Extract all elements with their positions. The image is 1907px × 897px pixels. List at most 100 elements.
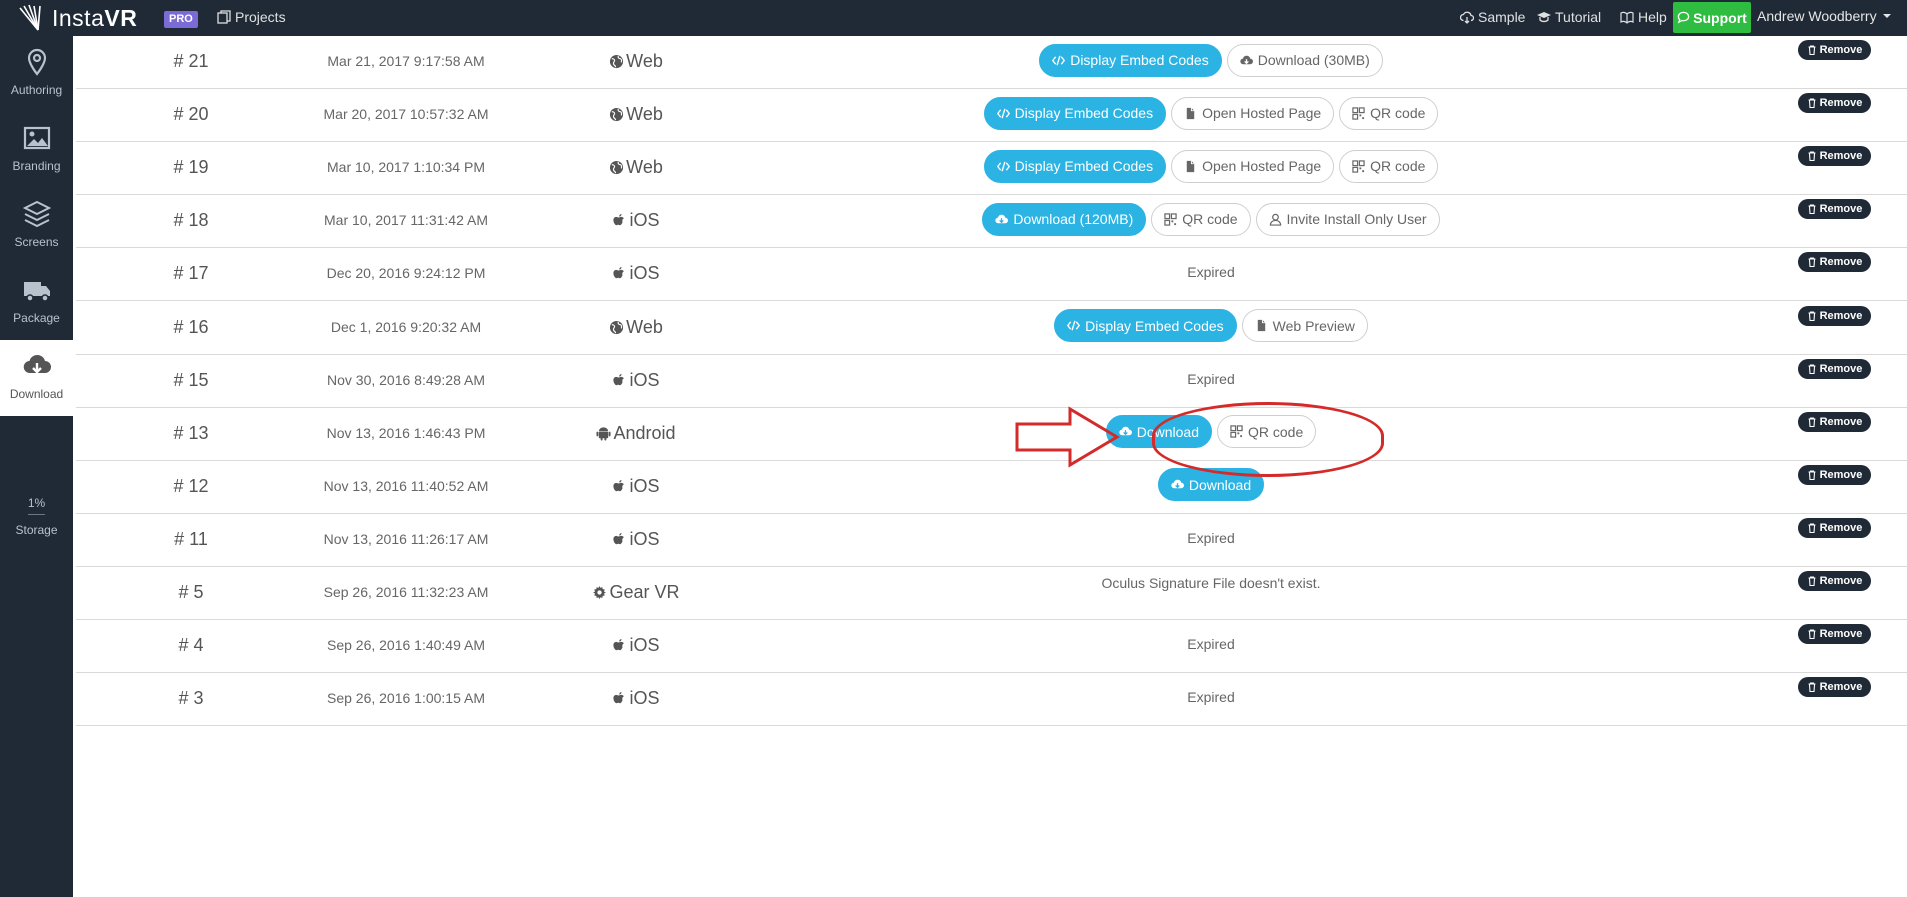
logo-mark-icon <box>19 4 41 31</box>
sidebar-item-branding[interactable]: Branding <box>0 112 73 188</box>
trash-icon <box>1808 98 1816 109</box>
platform-cell: iOS <box>556 210 716 231</box>
platform-label: iOS <box>629 263 660 284</box>
user-menu-dropdown[interactable]: Andrew Woodberry <box>1757 8 1891 24</box>
actions-cell: Display Embed Codes Open Hosted Page QR co… <box>836 149 1586 183</box>
globe-icon <box>609 54 624 69</box>
trash-icon <box>1808 629 1816 640</box>
display-embed-codes-button[interactable]: Display Embed Codes <box>1054 309 1237 342</box>
code-icon <box>996 107 1010 120</box>
remove-button[interactable]: Remove <box>1798 199 1871 220</box>
open-hosted-page-button[interactable]: Open Hosted Page <box>1171 96 1335 130</box>
status-text: Oculus Signature File doesn't exist. <box>1101 575 1321 591</box>
instavr-logo[interactable]: InstaVR <box>18 4 137 32</box>
qr-code-icon <box>1352 160 1365 173</box>
version-date: Mar 20, 2017 10:57:32 AM <box>323 106 489 123</box>
apple-icon <box>612 266 627 281</box>
remove-button[interactable]: Remove <box>1798 411 1871 432</box>
version-number: # 16 <box>173 316 209 337</box>
android-icon <box>596 426 611 441</box>
sidebar-item-label: Branding <box>12 159 61 173</box>
apple-icon <box>612 638 627 653</box>
storage-indicator: 1% Storage <box>0 496 73 537</box>
download-30mb-button[interactable]: Download (30MB) <box>1226 43 1383 77</box>
download-120mb-button[interactable]: Download (120MB) <box>982 202 1147 236</box>
remove-button[interactable]: Remove <box>1798 252 1871 273</box>
platform-label: iOS <box>629 635 660 656</box>
table-row: # 11 Nov 13, 2016 11:26:17 AM iOS Expired Re… <box>76 514 1907 567</box>
table-row: # 16 Dec 1, 2016 9:20:32 AM Web Display Emb… <box>76 302 1907 355</box>
tutorial-link[interactable]: Tutorial <box>1537 9 1601 25</box>
version-date: Dec 1, 2016 9:20:32 AM <box>330 318 482 335</box>
actions-cell: Download <box>836 468 1586 502</box>
display-embed-codes-button[interactable]: Display Embed Codes <box>983 149 1167 183</box>
user-name: Andrew Woodberry <box>1757 8 1877 24</box>
storage-percent: 1% <box>27 496 46 515</box>
sidebar-item-label: Package <box>13 311 60 325</box>
open-hosted-page-button[interactable]: Open Hosted Page <box>1171 149 1335 183</box>
remove-label: Remove <box>1819 681 1863 694</box>
qr-code-button[interactable]: QR code <box>1339 149 1439 183</box>
display-embed-codes-button[interactable]: Display Embed Codes <box>983 96 1167 130</box>
button-label: Open Hosted Page <box>1202 158 1322 175</box>
remove-button[interactable]: Remove <box>1798 464 1871 485</box>
actions-cell: Display Embed Codes Open Hosted Page QR co… <box>836 96 1586 130</box>
pro-badge: PRO <box>164 11 198 28</box>
actions-cell: Display Embed Codes Download (30MB) <box>836 43 1586 77</box>
sidebar-item-screens[interactable]: Screens <box>0 188 73 264</box>
projects-link[interactable]: Projects <box>217 9 286 25</box>
graduation-cap-icon <box>1537 12 1551 23</box>
actions-cell: Oculus Signature File doesn't exist. <box>836 566 1586 600</box>
remove-label: Remove <box>1819 362 1863 375</box>
help-label: Help <box>1638 9 1667 25</box>
cloud-download-icon <box>1171 478 1184 491</box>
help-link[interactable]: Help <box>1620 9 1667 25</box>
cloud-download-icon <box>995 213 1009 226</box>
support-button[interactable]: Support <box>1673 2 1751 33</box>
remove-button[interactable]: Remove <box>1798 571 1871 591</box>
display-embed-codes-button[interactable]: Display Embed Codes <box>1039 43 1222 77</box>
remove-button[interactable]: Remove <box>1798 146 1871 167</box>
remove-button[interactable]: Remove <box>1798 517 1871 538</box>
apple-icon <box>612 213 627 228</box>
apple-icon <box>612 479 627 494</box>
platform-cell: iOS <box>556 529 716 550</box>
web-preview-button[interactable]: Web Preview <box>1241 309 1368 342</box>
top-navbar: InstaVR PRO Projects Sample Tutorial Hel… <box>0 0 1907 36</box>
actions-cell: Expired <box>836 255 1586 289</box>
remove-label: Remove <box>1819 309 1863 322</box>
remove-button[interactable]: Remove <box>1798 624 1871 645</box>
version-number: # 18 <box>173 210 209 231</box>
platform-label: Web <box>626 316 663 337</box>
sidebar-item-package[interactable]: Package <box>0 264 73 340</box>
qr-code-button[interactable]: QR code <box>1339 96 1439 130</box>
remove-button[interactable]: Remove <box>1798 358 1871 379</box>
cloud-download-icon <box>1119 425 1132 438</box>
table-row: # 18 Mar 10, 2017 11:31:42 AM iOS Download … <box>76 195 1907 249</box>
gear-icon <box>592 585 607 600</box>
qr-code-icon <box>1164 213 1177 226</box>
remove-label: Remove <box>1819 628 1863 641</box>
remove-button[interactable]: Remove <box>1798 40 1871 60</box>
apple-icon <box>612 532 627 547</box>
projects-icon <box>217 10 231 24</box>
sidebar-item-authoring[interactable]: Authoring <box>0 36 73 112</box>
sidebar-item-download[interactable]: Download <box>0 340 73 416</box>
version-number: # 4 <box>178 635 204 656</box>
remove-button[interactable]: Remove <box>1798 305 1871 326</box>
remove-button[interactable]: Remove <box>1798 677 1871 698</box>
invite-install-only-user-button[interactable]: Invite Install Only User <box>1255 202 1440 236</box>
support-label: Support <box>1693 9 1747 26</box>
remove-button[interactable]: Remove <box>1798 93 1871 114</box>
version-date: Sep 26, 2016 1:40:49 AM <box>326 637 485 654</box>
file-icon <box>1184 107 1197 120</box>
table-row: # 5 Sep 26, 2016 11:32:23 AM Gear VR Oculus… <box>76 567 1907 620</box>
image-icon <box>23 126 50 150</box>
version-number: # 20 <box>173 104 209 125</box>
table-row: # 12 Nov 13, 2016 11:40:52 AM iOS Download R… <box>76 461 1907 514</box>
file-icon <box>1184 160 1197 173</box>
sample-link[interactable]: Sample <box>1460 9 1525 25</box>
qr-code-button[interactable]: QR code <box>1151 202 1251 236</box>
status-text: Expired <box>1187 370 1235 387</box>
sidebar-item-label: Download <box>9 387 64 401</box>
